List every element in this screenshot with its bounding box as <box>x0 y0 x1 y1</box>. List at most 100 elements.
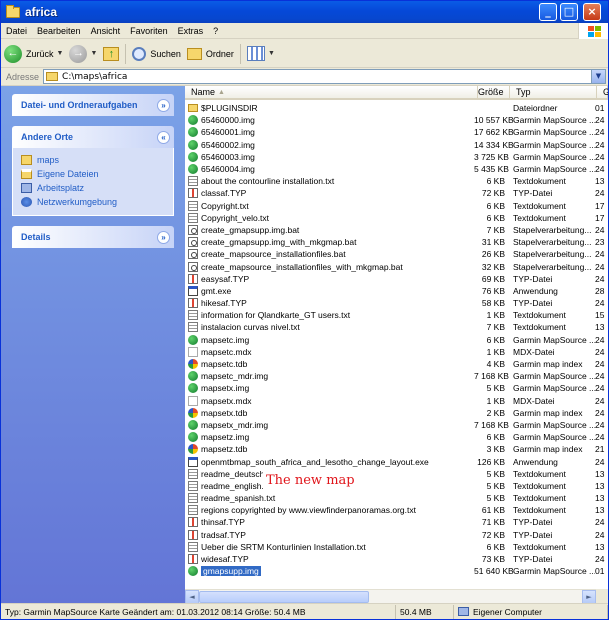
place-link-my-documents[interactable]: Eigene Dateien <box>21 167 165 181</box>
address-input[interactable]: C:\maps\africa ▼ <box>43 69 606 84</box>
back-arrow-icon: ← <box>4 44 22 63</box>
file-row[interactable]: mapsetc.mdx 1 KB MDX-Datei 24 <box>185 346 608 358</box>
file-size: 72 KB <box>481 188 505 199</box>
sort-ascending-icon: ▲ <box>218 89 225 96</box>
file-name: $PLUGINSDIR <box>201 103 258 114</box>
file-row[interactable]: mapsetx_mdr.img 7 168 KB Garmin MapSource … <box>185 419 608 431</box>
file-tasks-header[interactable]: Datei- und Ordneraufgaben » <box>12 94 174 116</box>
file-row[interactable]: thinsaf.TYP 71 KB TYP-Datei 24 <box>185 516 608 528</box>
close-button[interactable]: × <box>583 3 601 21</box>
file-name: gmt.exe <box>201 285 232 296</box>
file-row[interactable]: mapsetx.mdx 1 KB MDX-Datei 24 <box>185 395 608 407</box>
back-dropdown-icon[interactable]: ▼ <box>57 50 64 57</box>
details-title: Details <box>21 232 51 242</box>
file-row[interactable]: information for Qlandkarte_GT users.txt 1… <box>185 309 608 321</box>
file-size: 76 KB <box>481 285 505 296</box>
views-dropdown-icon[interactable]: ▼ <box>268 50 275 57</box>
minimize-button[interactable]: _ <box>539 3 557 21</box>
title-bar[interactable]: africa _ □ × <box>1 1 608 23</box>
maximize-button[interactable]: □ <box>560 3 578 21</box>
chevron-down-icon[interactable]: » <box>157 230 170 244</box>
column-header-size[interactable]: Größe <box>478 86 510 100</box>
typ-file-icon <box>188 298 198 309</box>
back-button[interactable]: ← Zurück ▼ <box>1 43 66 65</box>
explorer-window: africa _ □ × Datei Bearbeiten Ansicht Fa… <box>0 0 609 620</box>
forward-dropdown-icon[interactable]: ▼ <box>90 50 97 57</box>
address-dropdown-icon[interactable]: ▼ <box>591 70 605 83</box>
other-places-header[interactable]: Andere Orte « <box>12 126 174 148</box>
place-link-network[interactable]: Netzwerkumgebung <box>21 195 165 209</box>
file-row[interactable]: easysaf.TYP 69 KB TYP-Datei 24 <box>185 273 608 285</box>
scroll-left-icon[interactable]: ◄ <box>185 590 199 604</box>
chevron-up-icon[interactable]: « <box>157 130 170 144</box>
file-row[interactable]: classaf.TYP 72 KB TYP-Datei 24 <box>185 187 608 199</box>
file-row[interactable]: Copyright_velo.txt 6 KB Textdokument 17 <box>185 212 608 224</box>
file-row[interactable]: openmtbmap_south_africa_and_lesotho_chan… <box>185 455 608 467</box>
file-row[interactable]: regions copyrighted by www.viewfinderpan… <box>185 504 608 516</box>
file-size: 3 725 KB <box>474 151 509 162</box>
file-row[interactable]: hikesaf.TYP 58 KB TYP-Datei 24 <box>185 297 608 309</box>
place-link-maps[interactable]: maps <box>21 153 165 167</box>
column-header-type[interactable]: Typ <box>510 86 597 100</box>
file-row[interactable]: Ueber die SRTM Konturlinien Installation… <box>185 541 608 553</box>
file-name-cell: Ueber die SRTM Konturlinien Installation… <box>185 541 474 552</box>
toolbar-separator <box>239 43 241 64</box>
scroll-right-icon[interactable]: ► <box>582 590 596 604</box>
horizontal-scrollbar[interactable]: ◄ ► <box>185 589 608 604</box>
scrollbar-thumb[interactable] <box>199 591 369 603</box>
up-folder-button[interactable]: ↑ <box>100 43 122 65</box>
chevron-down-icon[interactable]: » <box>157 98 170 112</box>
place-label: Arbeitsplatz <box>37 183 85 193</box>
file-row[interactable]: mapsetx.img 5 KB Garmin MapSource ... 24 <box>185 382 608 394</box>
views-button[interactable]: ▼ <box>244 43 278 65</box>
file-row[interactable]: create_gmapsupp.img.bat 7 KB Stapelverarbe… <box>185 224 608 236</box>
file-row[interactable]: tradsaf.TYP 72 KB TYP-Datei 24 <box>185 529 608 541</box>
column-header-name[interactable]: Name ▲ <box>185 86 478 100</box>
file-row[interactable]: $PLUGINSDIR Dateiordner 01 <box>185 102 608 114</box>
file-row[interactable]: create_gmapsupp.img_with_mkgmap.bat 31 KB… <box>185 236 608 248</box>
file-row[interactable]: gmapsupp.img 51 640 KB Garmin MapSource ..… <box>185 565 608 577</box>
file-name-cell: mapsetx.tdb <box>185 407 474 418</box>
file-row[interactable]: mapsetc_mdr.img 7 168 KB Garmin MapSource … <box>185 370 608 382</box>
file-date: 24 <box>595 346 605 357</box>
file-row[interactable]: readme_spanish.txt 5 KB Textdokument 13 <box>185 492 608 504</box>
mdx-file-icon <box>188 346 198 357</box>
file-row[interactable]: instalacion curvas nivel.txt 7 KB Textdoku… <box>185 321 608 333</box>
file-row[interactable]: mapsetx.tdb 2 KB Garmin map index 24 <box>185 407 608 419</box>
folders-button[interactable]: Ordner <box>184 43 237 65</box>
file-row[interactable]: mapsetc.tdb 4 KB Garmin map index 24 <box>185 358 608 370</box>
file-row[interactable]: mapsetz.img 6 KB Garmin MapSource ... 24 <box>185 431 608 443</box>
txt-file-icon <box>188 322 198 333</box>
file-row[interactable]: 65460004.img 5 435 KB Garmin MapSource ...… <box>185 163 608 175</box>
menu-favoriten[interactable]: Favoriten <box>125 26 173 36</box>
file-row[interactable]: Copyright.txt 6 KB Textdokument 17 <box>185 200 608 212</box>
folder-file-icon <box>188 104 198 113</box>
menu-datei[interactable]: Datei <box>1 26 32 36</box>
search-button[interactable]: Suchen <box>129 43 184 65</box>
file-name: mapsetx_mdr.img <box>201 419 269 430</box>
menu-extras[interactable]: Extras <box>173 26 209 36</box>
menu-help[interactable]: ? <box>208 26 223 36</box>
file-date: 24 <box>595 456 605 467</box>
file-row[interactable]: 65460000.img 10 557 KB Garmin MapSource ..… <box>185 114 608 126</box>
column-header-date[interactable]: Ge <box>597 86 608 100</box>
file-row[interactable]: create_mapsource_installationfiles.bat 26… <box>185 248 608 260</box>
file-row[interactable]: mapsetc.img 6 KB Garmin MapSource ... 24 <box>185 334 608 346</box>
file-row[interactable]: gmt.exe 76 KB Anwendung 28 <box>185 285 608 297</box>
file-name: mapsetx.img <box>201 383 250 394</box>
file-row[interactable]: widesaf.TYP 73 KB TYP-Datei 24 <box>185 553 608 565</box>
file-list[interactable]: Name ▲ Größe Typ Ge $PLUGINSDIR Dateiordn… <box>185 86 608 603</box>
file-row[interactable]: create_mapsource_installationfiles_with_… <box>185 260 608 272</box>
place-link-my-computer[interactable]: Arbeitsplatz <box>21 181 165 195</box>
file-row[interactable]: mapsetz.tdb 3 KB Garmin map index 21 <box>185 443 608 455</box>
forward-button[interactable]: → ▼ <box>66 43 100 65</box>
menu-bearbeiten[interactable]: Bearbeiten <box>32 26 86 36</box>
file-row[interactable]: 65460002.img 14 334 KB Garmin MapSource ..… <box>185 139 608 151</box>
file-name-cell: Copyright.txt <box>185 200 474 211</box>
file-row[interactable]: 65460003.img 3 725 KB Garmin MapSource ...… <box>185 151 608 163</box>
file-row[interactable]: about the contourline installation.txt 6 … <box>185 175 608 187</box>
menu-ansicht[interactable]: Ansicht <box>86 26 126 36</box>
details-header[interactable]: Details » <box>12 226 174 248</box>
file-name-cell: create_mapsource_installationfiles.bat <box>185 249 474 260</box>
file-row[interactable]: 65460001.img 17 662 KB Garmin MapSource ..… <box>185 126 608 138</box>
